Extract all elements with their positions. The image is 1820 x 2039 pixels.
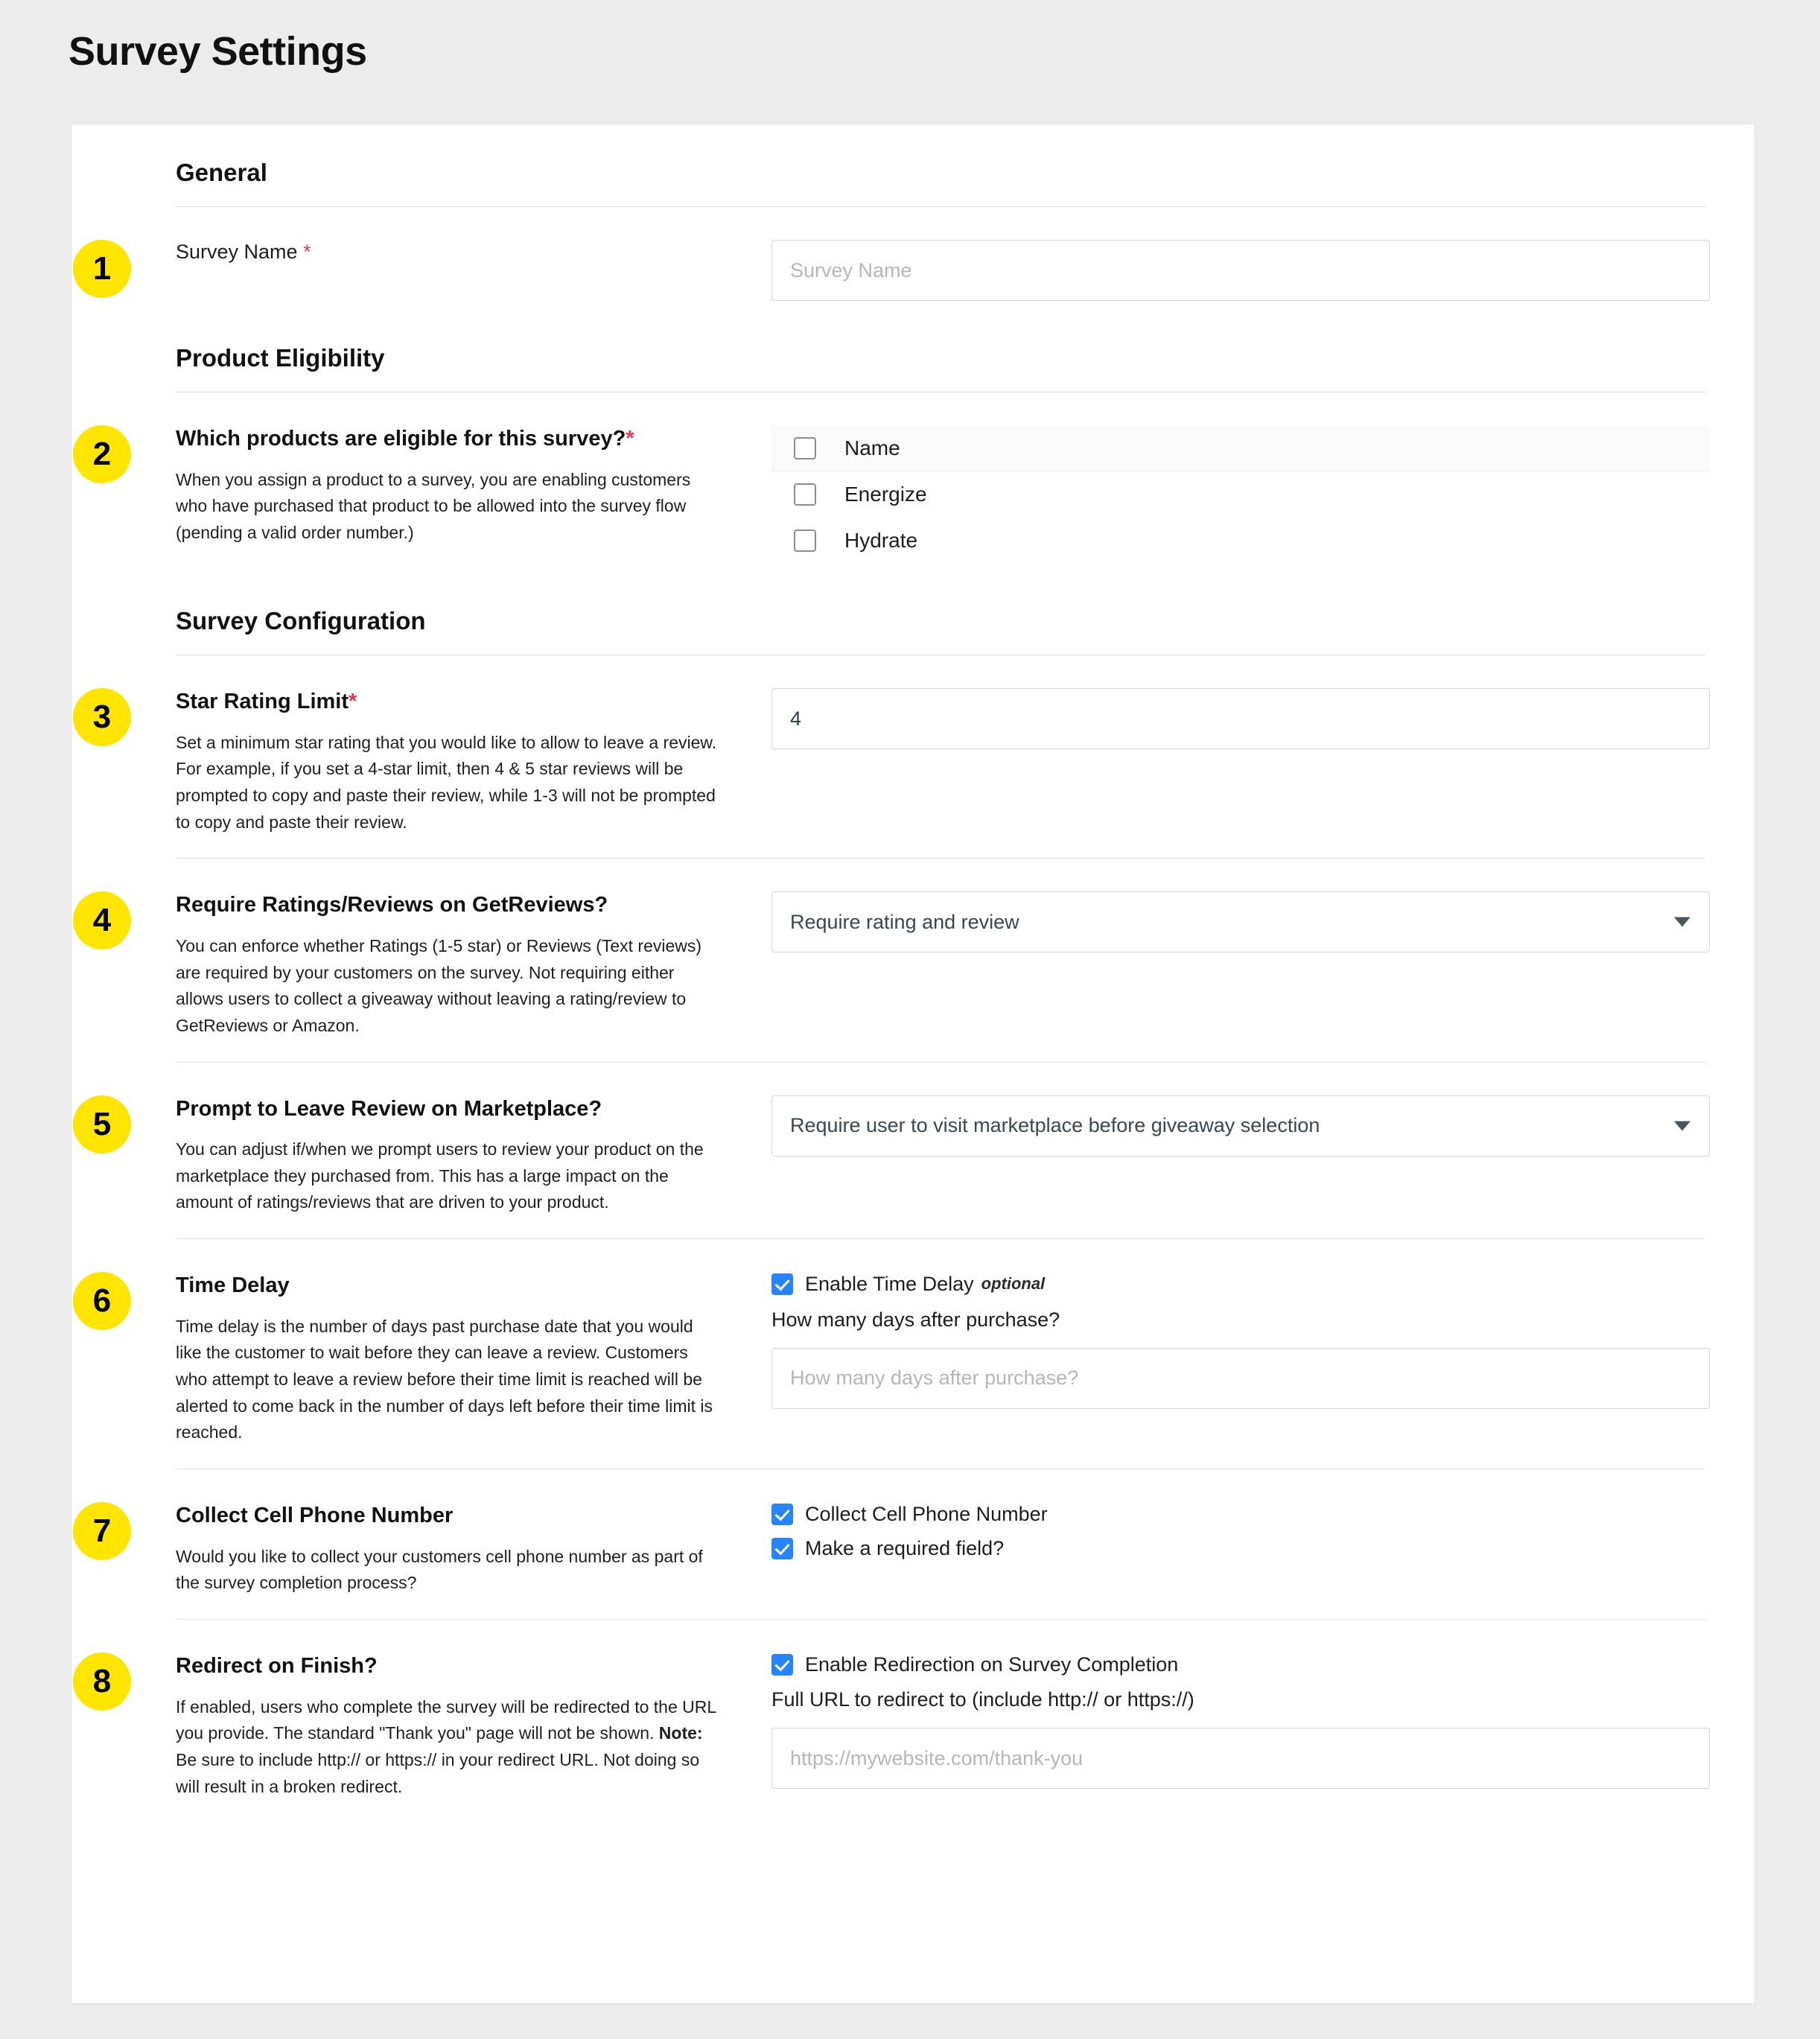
enable-redirection-label: Enable Redirection on Survey Completion: [805, 1652, 1179, 1676]
product-list-item[interactable]: Hydrate: [771, 518, 1710, 564]
prompt-review-label-col: Prompt to Leave Review on Marketplace? Y…: [176, 1095, 749, 1217]
time-delay-label-col: Time Delay Time delay is the number of d…: [176, 1272, 749, 1446]
checkbox-unchecked-icon[interactable]: [794, 483, 816, 506]
prompt-review-label: Prompt to Leave Review on Marketplace?: [176, 1096, 602, 1121]
row-star-rating-limit: 3 Star Rating Limit* Set a minimum star …: [73, 688, 1710, 836]
row-product-eligibility: 2 Which products are eligible for this s…: [73, 425, 1710, 564]
required-asterisk-icon: *: [303, 241, 311, 263]
collect-cell-phone-label: Collect Cell Phone Number: [805, 1503, 1048, 1525]
star-rating-label-text: Star Rating Limit: [176, 690, 349, 713]
row-redirect-on-finish: 8 Redirect on Finish? If enabled, users …: [73, 1652, 1710, 1800]
prompt-review-select-wrap[interactable]: Require user to visit marketplace before…: [771, 1095, 1710, 1157]
require-ratings-label: Require Ratings/Reviews on GetReviews?: [176, 893, 608, 917]
make-required-label: Make a required field?: [805, 1537, 1005, 1560]
checkbox-checked-icon[interactable]: [771, 1273, 793, 1295]
product-list-header-row[interactable]: Name: [771, 425, 1710, 471]
time-delay-controls-col: Enable Time Delay optional How many days…: [749, 1272, 1710, 1409]
survey-name-label-col: Survey Name *: [176, 240, 749, 265]
step-badge-1: 1: [73, 240, 131, 298]
step-badge-3: 3: [73, 688, 131, 746]
time-delay-help: Time delay is the number of days past pu…: [176, 1316, 713, 1442]
checkbox-checked-icon[interactable]: [771, 1653, 793, 1676]
row-time-delay: 6 Time Delay Time delay is the number of…: [73, 1272, 1710, 1446]
survey-settings-page: Survey Settings General 1 Survey Name *: [0, 0, 1820, 2039]
prompt-review-select-col: Require user to visit marketplace before…: [749, 1095, 1710, 1157]
step-badge-7: 7: [73, 1502, 131, 1560]
redirect-url-input[interactable]: [771, 1728, 1710, 1790]
product-name-label: Hydrate: [844, 529, 918, 552]
product-eligibility-list-col: Name Energize Hydrate: [749, 425, 1710, 564]
require-ratings-select-wrap[interactable]: Require rating and review: [771, 891, 1710, 953]
enable-redirection-row[interactable]: Enable Redirection on Survey Completion: [771, 1652, 1710, 1676]
redirect-help: If enabled, users who complete the surve…: [176, 1694, 719, 1801]
enable-time-delay-row[interactable]: Enable Time Delay optional: [771, 1272, 1710, 1296]
section-heading-product-eligibility: Product Eligibility: [176, 344, 385, 372]
redirect-url-question: Full URL to redirect to (include http://…: [771, 1688, 1194, 1711]
step-badge-4: 4: [73, 891, 131, 950]
row-survey-name: 1 Survey Name *: [73, 240, 1710, 301]
checkbox-select-all-icon[interactable]: [794, 436, 816, 459]
require-ratings-select[interactable]: Require rating and review: [771, 891, 1710, 953]
settings-card: General 1 Survey Name * Product Eligibil…: [71, 124, 1755, 2004]
product-eligibility-label-col: Which products are eligible for this sur…: [176, 425, 749, 547]
section-heading-survey-configuration: Survey Configuration: [176, 607, 426, 634]
step-badge-5: 5: [73, 1095, 131, 1154]
cell-phone-label-col: Collect Cell Phone Number Would you like…: [176, 1502, 749, 1597]
require-ratings-help: You can enforce whether Ratings (1-5 sta…: [176, 935, 702, 1035]
redirect-note-prefix: Note:: [658, 1723, 703, 1743]
product-checkbox-list: Name Energize Hydrate: [771, 425, 1710, 564]
product-list-column-header: Name: [844, 436, 900, 459]
time-delay-question: How many days after purchase?: [771, 1308, 1060, 1331]
row-prompt-review: 5 Prompt to Leave Review on Marketplace?…: [73, 1095, 1710, 1217]
step-badge-8: 8: [73, 1652, 131, 1711]
enable-time-delay-label: Enable Time Delay: [805, 1273, 974, 1296]
star-rating-label: Star Rating Limit*: [176, 688, 719, 716]
product-name-label: Energize: [844, 483, 927, 506]
row-require-ratings: 4 Require Ratings/Reviews on GetReviews?…: [73, 891, 1710, 1039]
survey-name-input-col: [749, 240, 1710, 301]
star-rating-input-col: [749, 688, 1710, 749]
redirect-label-col: Redirect on Finish? If enabled, users wh…: [176, 1652, 749, 1800]
require-ratings-select-col: Require rating and review: [749, 891, 1710, 953]
redirect-label: Redirect on Finish?: [176, 1653, 378, 1678]
star-rating-limit-input[interactable]: [771, 688, 1710, 749]
cell-phone-controls-col: Collect Cell Phone Number Make a require…: [749, 1502, 1710, 1571]
product-eligibility-label-text: Which products are eligible for this sur…: [176, 427, 626, 451]
prompt-review-help: You can adjust if/when we prompt users t…: [176, 1139, 704, 1212]
prompt-review-select[interactable]: Require user to visit marketplace before…: [771, 1095, 1710, 1157]
page-title: Survey Settings: [69, 29, 367, 74]
checkbox-unchecked-icon[interactable]: [794, 529, 816, 552]
step-badge-6: 6: [73, 1272, 131, 1331]
redirect-help-line2: Be sure to include http:// or https:// i…: [176, 1749, 700, 1796]
make-required-row[interactable]: Make a required field?: [771, 1536, 1710, 1560]
product-eligibility-label: Which products are eligible for this sur…: [176, 425, 719, 454]
cell-phone-label: Collect Cell Phone Number: [176, 1504, 454, 1527]
row-collect-cell-phone: 7 Collect Cell Phone Number Would you li…: [73, 1502, 1710, 1597]
star-rating-help: Set a minimum star rating that you would…: [176, 732, 717, 832]
redirect-help-line1: If enabled, users who complete the surve…: [176, 1696, 716, 1743]
checkbox-checked-icon[interactable]: [771, 1503, 793, 1525]
star-rating-label-col: Star Rating Limit* Set a minimum star ra…: [176, 688, 749, 836]
survey-name-label: Survey Name *: [176, 240, 719, 265]
product-eligibility-help: When you assign a product to a survey, y…: [176, 469, 691, 542]
survey-name-label-text: Survey Name: [176, 241, 298, 263]
section-heading-general: General: [176, 159, 267, 186]
step-badge-2: 2: [73, 425, 131, 483]
checkbox-checked-icon[interactable]: [771, 1538, 793, 1560]
survey-name-input[interactable]: [771, 240, 1710, 301]
time-delay-label: Time Delay: [176, 1273, 290, 1298]
required-asterisk-icon: *: [626, 427, 634, 451]
time-delay-days-input[interactable]: [771, 1347, 1710, 1409]
collect-cell-phone-row[interactable]: Collect Cell Phone Number: [771, 1502, 1710, 1526]
require-ratings-label-col: Require Ratings/Reviews on GetReviews? Y…: [176, 891, 749, 1039]
optional-tag: optional: [981, 1274, 1046, 1294]
redirect-controls-col: Enable Redirection on Survey Completion …: [749, 1652, 1710, 1790]
product-list-item[interactable]: Energize: [771, 471, 1710, 518]
cell-phone-help: Would you like to collect your customers…: [176, 1546, 703, 1593]
required-asterisk-icon: *: [349, 690, 357, 713]
